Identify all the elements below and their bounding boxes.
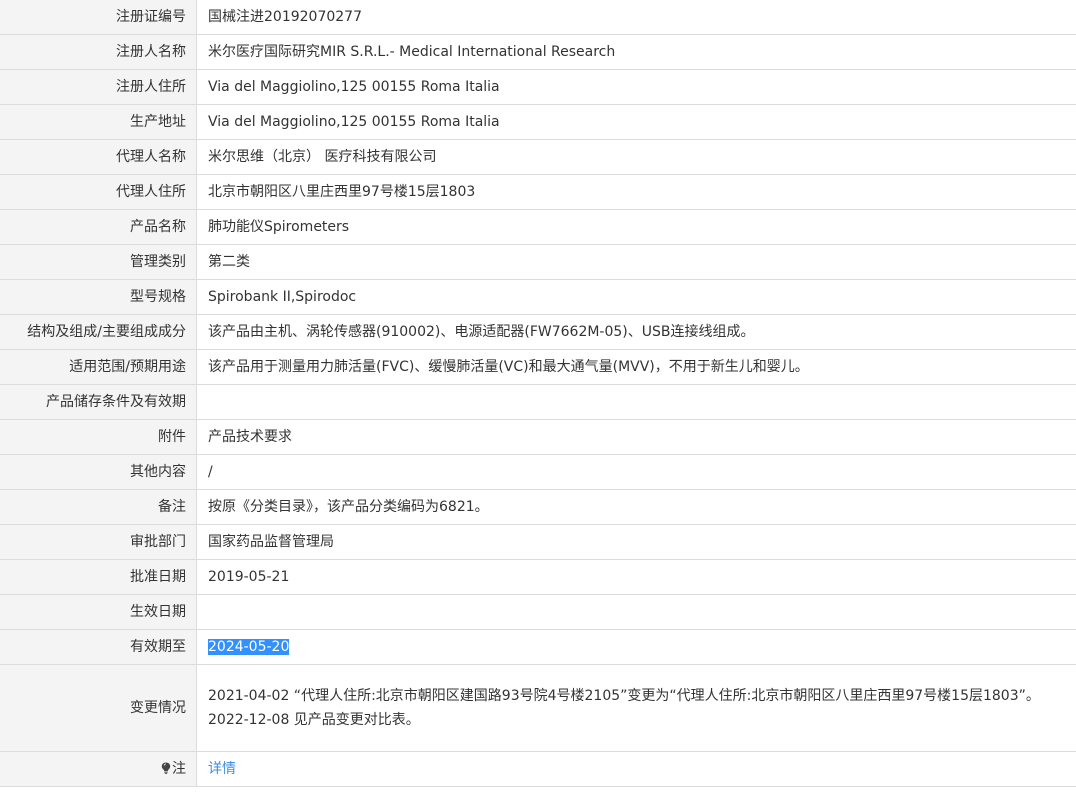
row-effective-date: 生效日期: [0, 594, 1076, 630]
row-intended-use: 适用范围/预期用途 该产品用于测量用力肺活量(FVC)、缓慢肺活量(VC)和最大…: [0, 349, 1076, 385]
field-value: 米尔医疗国际研究MIR S.R.L.- Medical Internationa…: [196, 34, 1076, 70]
note-label-cell: 注: [0, 751, 197, 787]
field-value: /: [196, 454, 1076, 490]
row-other-content: 其他内容 /: [0, 454, 1076, 490]
field-value: 肺功能仪Spirometers: [196, 209, 1076, 245]
changes-value: 2021-04-02 “代理人住所:北京市朝阳区建国路93号院4号楼2105”变…: [196, 664, 1076, 752]
field-value: 国家药品监督管理局: [196, 524, 1076, 560]
field-label: 产品名称: [0, 209, 197, 245]
field-label: 其他内容: [0, 454, 197, 490]
note-label: 注: [172, 761, 186, 777]
field-label: 适用范围/预期用途: [0, 349, 197, 385]
change-entry: 2022-12-08 见产品变更对比表。: [208, 712, 420, 728]
field-label: 产品储存条件及有效期: [0, 384, 197, 420]
field-label: 附件: [0, 419, 197, 455]
field-value: 按原《分类目录》，该产品分类编码为6821。: [196, 489, 1076, 525]
row-note: 注 详情: [0, 751, 1076, 787]
row-structure-composition: 结构及组成/主要组成成分 该产品由主机、涡轮传感器(910002)、电源适配器(…: [0, 314, 1076, 350]
field-label: 注册证编号: [0, 0, 197, 35]
row-remarks: 备注 按原《分类目录》，该产品分类编码为6821。: [0, 489, 1076, 525]
field-value: Via del Maggiolino,125 00155 Roma Italia: [196, 69, 1076, 105]
lightbulb-icon: [161, 762, 171, 774]
row-registrant-name: 注册人名称 米尔医疗国际研究MIR S.R.L.- Medical Intern…: [0, 34, 1076, 70]
field-label: 批准日期: [0, 559, 197, 595]
row-management-class: 管理类别 第二类: [0, 244, 1076, 280]
row-registrant-address: 注册人住所 Via del Maggiolino,125 00155 Roma …: [0, 69, 1076, 105]
field-value-cell[interactable]: 2024-05-20: [196, 629, 1076, 665]
row-approval-date: 批准日期 2019-05-21: [0, 559, 1076, 595]
field-label: 备注: [0, 489, 197, 525]
row-agent-name: 代理人名称 米尔思维（北京） 医疗科技有限公司: [0, 139, 1076, 175]
details-link[interactable]: 详情: [208, 761, 236, 777]
row-approval-department: 审批部门 国家药品监督管理局: [0, 524, 1076, 560]
field-label: 生效日期: [0, 594, 197, 630]
field-label: 注册人名称: [0, 34, 197, 70]
field-value: 第二类: [196, 244, 1076, 280]
row-model-spec: 型号规格 Spirobank II,Spirodoc: [0, 279, 1076, 315]
row-changes: 变更情况 2021-04-02 “代理人住所:北京市朝阳区建国路93号院4号楼2…: [0, 664, 1076, 752]
field-label: 审批部门: [0, 524, 197, 560]
row-valid-until: 有效期至 2024-05-20: [0, 629, 1076, 665]
field-value: Spirobank II,Spirodoc: [196, 279, 1076, 315]
field-value: 国械注进20192070277: [196, 0, 1076, 35]
row-product-name: 产品名称 肺功能仪Spirometers: [0, 209, 1076, 245]
change-entry: 2021-04-02 “代理人住所:北京市朝阳区建国路93号院4号楼2105”变…: [208, 688, 1040, 704]
field-value: [196, 384, 1076, 420]
row-attachment: 附件 产品技术要求: [0, 419, 1076, 455]
row-storage-validity: 产品储存条件及有效期: [0, 384, 1076, 420]
field-value: 该产品由主机、涡轮传感器(910002)、电源适配器(FW7662M-05)、U…: [196, 314, 1076, 350]
field-label: 注册人住所: [0, 69, 197, 105]
note-value: 详情: [196, 751, 1076, 787]
field-label: 代理人名称: [0, 139, 197, 175]
row-agent-address: 代理人住所 北京市朝阳区八里庄西里97号楼15层1803: [0, 174, 1076, 210]
row-production-address: 生产地址 Via del Maggiolino,125 00155 Roma I…: [0, 104, 1076, 140]
field-label: 型号规格: [0, 279, 197, 315]
field-value: Via del Maggiolino,125 00155 Roma Italia: [196, 104, 1076, 140]
field-value: 2019-05-21: [196, 559, 1076, 595]
field-value: 产品技术要求: [196, 419, 1076, 455]
field-value: 该产品用于测量用力肺活量(FVC)、缓慢肺活量(VC)和最大通气量(MVV)，不…: [196, 349, 1076, 385]
field-label: 结构及组成/主要组成成分: [0, 314, 197, 350]
field-label: 有效期至: [0, 629, 197, 665]
field-value: [196, 594, 1076, 630]
field-label: 生产地址: [0, 104, 197, 140]
field-label: 代理人住所: [0, 174, 197, 210]
field-label: 变更情况: [0, 664, 197, 752]
field-value: 米尔思维（北京） 医疗科技有限公司: [196, 139, 1076, 175]
field-label: 管理类别: [0, 244, 197, 280]
field-value: 北京市朝阳区八里庄西里97号楼15层1803: [196, 174, 1076, 210]
row-registration-number: 注册证编号 国械注进20192070277: [0, 0, 1076, 35]
selected-valid-until-text[interactable]: 2024-05-20: [208, 639, 290, 655]
registration-record-table: 注册证编号 国械注进20192070277 注册人名称 米尔医疗国际研究MIR …: [0, 0, 1076, 787]
